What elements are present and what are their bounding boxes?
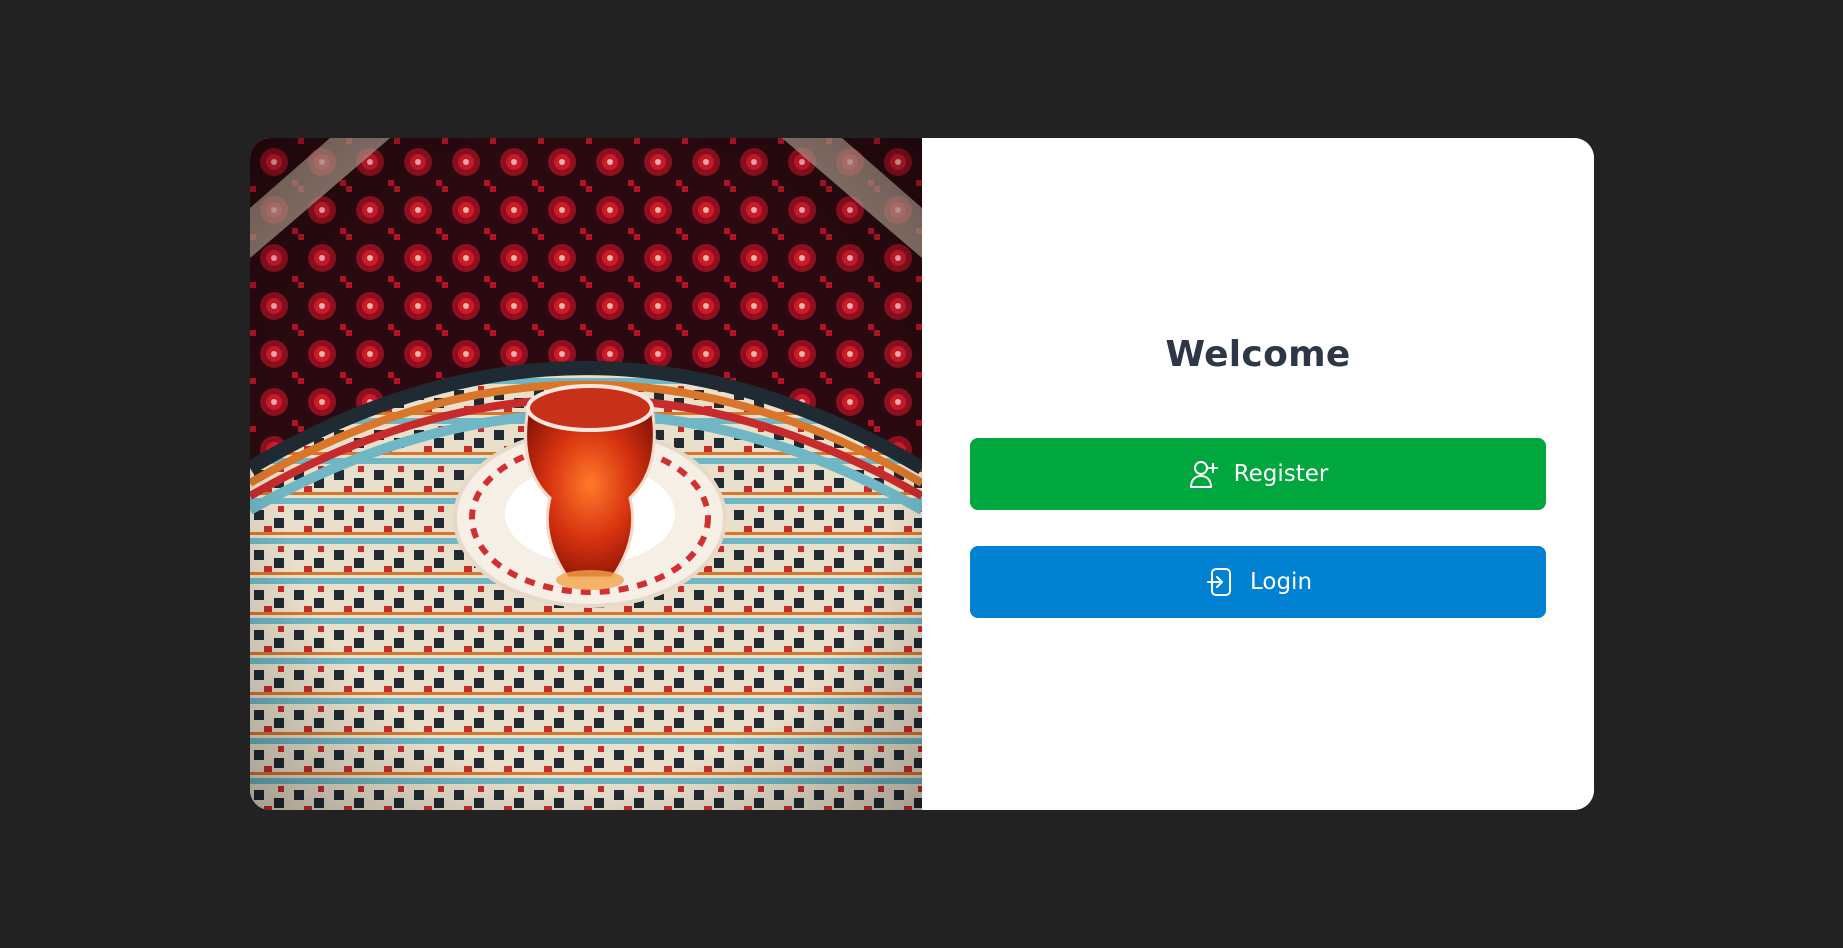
welcome-card: Welcome Register Login	[250, 138, 1594, 810]
register-label: Register	[1233, 461, 1329, 487]
register-button[interactable]: Register	[970, 438, 1546, 510]
login-icon	[1204, 566, 1236, 598]
auth-panel: Welcome Register Login	[922, 138, 1594, 810]
login-label: Login	[1249, 569, 1313, 595]
user-plus-icon	[1188, 458, 1220, 490]
tea-on-carpet-illustration	[250, 138, 922, 810]
login-button[interactable]: Login	[970, 546, 1546, 618]
hero-image	[250, 138, 922, 810]
welcome-heading: Welcome	[1165, 334, 1351, 375]
